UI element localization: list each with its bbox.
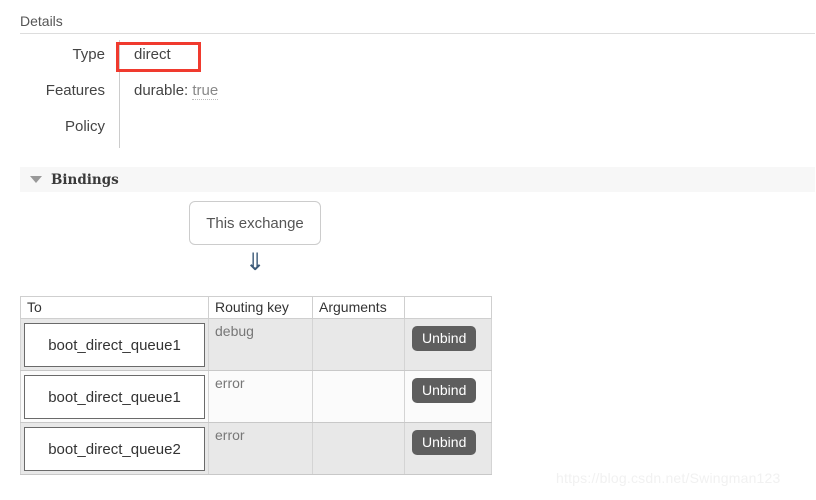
arguments-value: [313, 319, 404, 323]
unbind-button[interactable]: Unbind: [412, 430, 477, 455]
column-header-to[interactable]: To: [20, 296, 209, 319]
details-table: Type direct Features durable: true Polic…: [20, 40, 420, 148]
arguments-value: [313, 371, 404, 375]
cell-action: Unbind: [404, 318, 492, 371]
queue-link[interactable]: boot_direct_queue1: [24, 323, 205, 367]
detail-label-features: Features: [45, 82, 105, 99]
unbind-button[interactable]: Unbind: [412, 378, 477, 403]
detail-row-policy: Policy: [20, 112, 420, 148]
details-divider: [20, 33, 815, 34]
bindings-table: To Routing key Arguments boot_direct_que…: [20, 296, 492, 475]
cell-action: Unbind: [404, 370, 492, 423]
feature-value: true: [192, 82, 219, 100]
detail-divider-line: [119, 112, 120, 148]
unbind-button[interactable]: Unbind: [412, 326, 477, 351]
arguments-value: [313, 423, 404, 427]
feature-key: durable:: [134, 82, 189, 99]
table-row: boot_direct_queue2 error Unbind: [20, 422, 492, 475]
cell-to: boot_direct_queue1: [20, 318, 209, 371]
column-header-arguments[interactable]: Arguments: [312, 296, 405, 319]
queue-link[interactable]: boot_direct_queue2: [24, 427, 205, 471]
cell-to: boot_direct_queue1: [20, 370, 209, 423]
detail-label-type: Type: [72, 46, 105, 63]
table-row: boot_direct_queue1 debug Unbind: [20, 318, 492, 371]
cell-routing-key: debug: [208, 318, 313, 371]
triangle-down-icon[interactable]: [30, 176, 42, 183]
routing-key-value: error: [215, 375, 245, 391]
cell-action: Unbind: [404, 422, 492, 475]
table-row: boot_direct_queue1 error Unbind: [20, 370, 492, 423]
double-down-arrow-icon: ⇓: [244, 248, 266, 276]
page-title: Details: [20, 13, 63, 29]
this-exchange-node: This exchange: [189, 201, 321, 245]
cell-arguments: [312, 370, 405, 423]
cell-routing-key: error: [208, 370, 313, 423]
detail-value-type: direct: [134, 46, 171, 63]
cell-arguments: [312, 422, 405, 475]
bindings-section-header[interactable]: Bindings: [20, 167, 815, 192]
detail-row-features: Features durable: true: [20, 76, 420, 112]
routing-key-value: error: [215, 427, 245, 443]
bindings-section-title: Bindings: [51, 171, 119, 188]
routing-key-value: debug: [215, 323, 254, 339]
cell-to: boot_direct_queue2: [20, 422, 209, 475]
detail-value-features: durable: true: [120, 76, 219, 106]
detail-label-policy: Policy: [64, 118, 105, 135]
cell-routing-key: error: [208, 422, 313, 475]
table-header-row: To Routing key Arguments: [20, 296, 492, 319]
detail-row-type: Type direct: [20, 40, 420, 76]
cell-arguments: [312, 318, 405, 371]
queue-link[interactable]: boot_direct_queue1: [24, 375, 205, 419]
column-header-actions: [404, 296, 492, 319]
column-header-routing-key[interactable]: Routing key: [208, 296, 313, 319]
watermark-text: https://blog.csdn.net/Swingman123: [556, 470, 781, 486]
